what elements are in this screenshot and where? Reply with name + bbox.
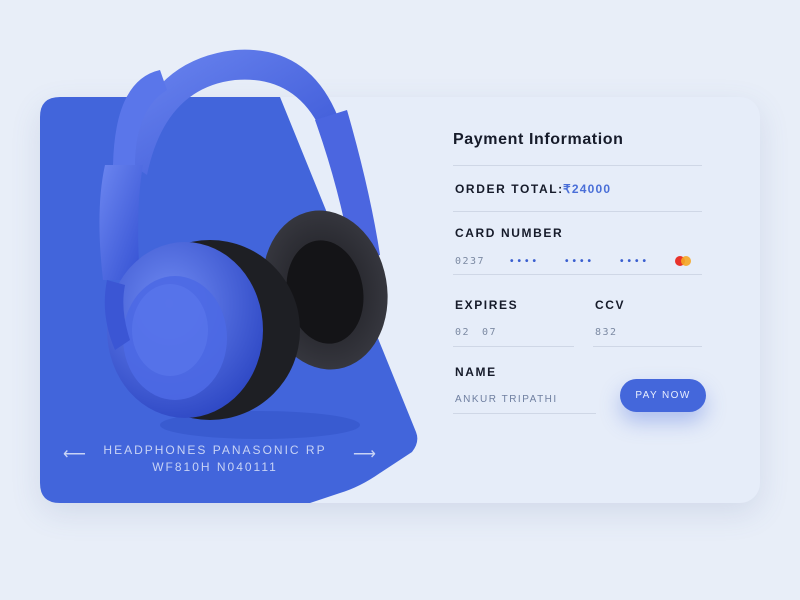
page-title: Payment Information	[453, 131, 624, 148]
name-label: NAME	[455, 365, 497, 379]
product-name-line2: WF810H N040111	[152, 460, 278, 474]
mastercard-icon	[675, 256, 693, 266]
ccv-label: CCV	[595, 298, 626, 312]
card-number-label: CARD NUMBER	[455, 226, 564, 240]
card-number-masked-group[interactable]: ••••	[510, 256, 540, 267]
expires-underline	[453, 346, 574, 347]
ccv-field[interactable]: 832	[595, 327, 618, 338]
name-field[interactable]: ANKUR TRIPATHI	[455, 394, 558, 405]
name-underline	[453, 413, 596, 414]
expires-month-field[interactable]: 02	[455, 327, 470, 338]
order-total-label: ORDER TOTAL:	[455, 182, 564, 196]
card-number-masked-group[interactable]: ••••	[620, 256, 650, 267]
pay-now-button[interactable]: PAY NOW	[620, 379, 706, 412]
card-number-first-group[interactable]: 0237	[455, 256, 485, 267]
card-number-underline	[453, 274, 702, 275]
prev-product-button[interactable]: ⟵	[63, 445, 86, 465]
ccv-underline	[593, 346, 702, 347]
expires-year-field[interactable]: 07	[482, 327, 497, 338]
expires-label: EXPIRES	[455, 298, 519, 312]
card-number-masked-group[interactable]: ••••	[565, 256, 595, 267]
headphones-image	[99, 49, 388, 439]
product-name-line1: HEADPHONES PANASONIC RP	[103, 443, 327, 457]
product-name: HEADPHONES PANASONIC RP WF810H N040111	[100, 442, 330, 476]
order-total-value: ₹24000	[563, 182, 612, 196]
divider	[453, 165, 702, 166]
divider	[453, 211, 702, 212]
next-product-button[interactable]: ⟶	[353, 445, 376, 465]
